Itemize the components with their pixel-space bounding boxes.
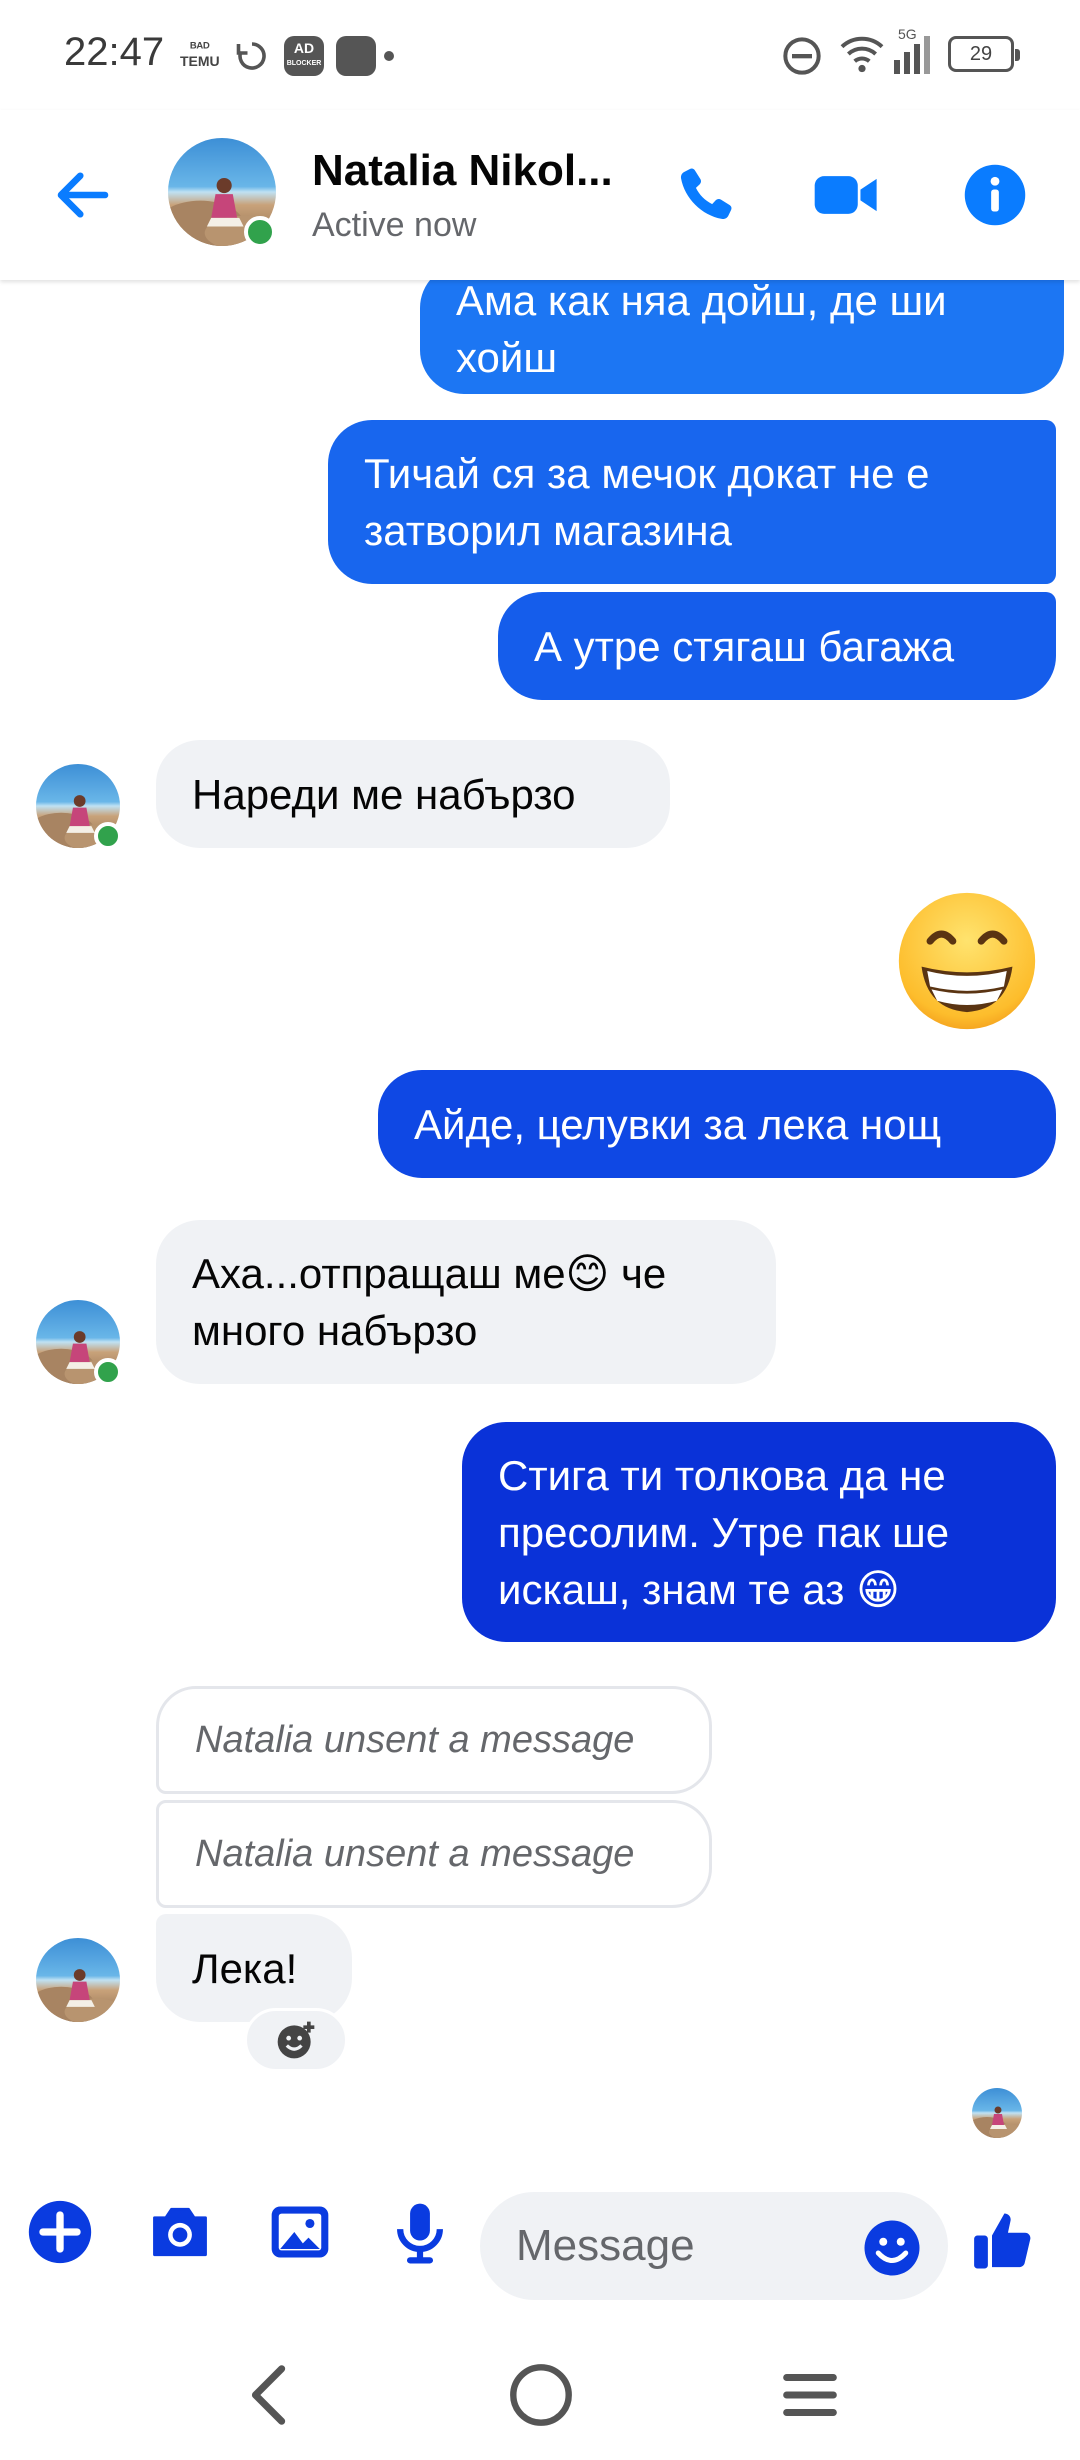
online-indicator bbox=[94, 822, 122, 850]
status-bar: 22:47 ᴮᴬᴰ TEMU AD BLOCKER 5G 29 bbox=[0, 0, 1080, 110]
unsent-message[interactable]: Natalia unsent a message bbox=[156, 1686, 712, 1794]
online-indicator bbox=[94, 1358, 122, 1386]
seen-indicator-avatar bbox=[972, 2088, 1022, 2138]
nav-menu-icon[interactable] bbox=[780, 2360, 840, 2430]
incoming-message[interactable]: Нареди ме набързо bbox=[156, 740, 670, 848]
chat-header: Natalia Nikol... Active now bbox=[0, 110, 1080, 280]
system-navigation-bar bbox=[0, 2330, 1080, 2460]
signal-icon bbox=[894, 36, 930, 74]
add-reaction-button[interactable] bbox=[244, 2008, 348, 2072]
incoming-message[interactable]: Аха...отпращаш ме😊 че много набързо bbox=[156, 1220, 776, 1384]
add-reaction-icon bbox=[277, 2021, 315, 2059]
outgoing-message[interactable]: Айде, целувки за лека нощ bbox=[378, 1070, 1056, 1178]
outgoing-message[interactable]: Тичай ся за мечок докат не е затворил ма… bbox=[328, 420, 1056, 584]
message-composer bbox=[0, 2160, 1080, 2330]
plus-icon[interactable] bbox=[26, 2198, 94, 2266]
contact-name[interactable]: Natalia Nikol... bbox=[312, 146, 632, 196]
adblock-sub: BLOCKER bbox=[286, 60, 322, 67]
contact-status: Active now bbox=[312, 206, 477, 244]
adblock-icon: AD BLOCKER bbox=[284, 36, 324, 76]
do-not-disturb-icon bbox=[783, 37, 821, 75]
microphone-icon[interactable] bbox=[386, 2198, 454, 2266]
nav-back-icon[interactable] bbox=[240, 2360, 300, 2430]
more-notifications-dot bbox=[384, 51, 394, 61]
outgoing-message[interactable]: Ама как няа дойш, де ши хойш bbox=[420, 280, 1064, 394]
incoming-message[interactable]: Лека! bbox=[156, 1914, 352, 2022]
camera-icon[interactable] bbox=[146, 2198, 214, 2266]
sync-icon bbox=[236, 42, 266, 70]
emoji-message[interactable] bbox=[896, 890, 1038, 1037]
temu-notification-icon: ᴮᴬᴰ TEMU bbox=[180, 39, 220, 69]
message-input-wrapper bbox=[480, 2192, 948, 2300]
online-indicator bbox=[244, 216, 276, 248]
nav-home-icon[interactable] bbox=[506, 2360, 576, 2430]
status-time: 22:47 bbox=[64, 30, 165, 74]
outgoing-message[interactable]: Стига ти толкова да не пресолим. Утре па… bbox=[462, 1422, 1056, 1642]
sender-avatar[interactable] bbox=[36, 1938, 120, 2022]
message-thread[interactable]: Ама как няа дойш, де ши хойш Тичай ся за… bbox=[0, 280, 1080, 2160]
wifi-icon bbox=[840, 36, 884, 73]
thumbs-up-icon[interactable] bbox=[970, 2208, 1036, 2274]
video-camera-icon[interactable] bbox=[812, 166, 882, 224]
message-input[interactable] bbox=[516, 2192, 836, 2300]
gallery-icon[interactable] bbox=[266, 2198, 334, 2266]
phone-icon[interactable] bbox=[672, 162, 738, 228]
app-notification-icon bbox=[336, 36, 376, 76]
info-icon[interactable] bbox=[962, 162, 1028, 228]
unsent-message[interactable]: Natalia unsent a message bbox=[156, 1800, 712, 1908]
emoji-icon[interactable] bbox=[862, 2218, 922, 2278]
adblock-label: AD bbox=[293, 40, 315, 56]
outgoing-message[interactable]: А утре стягаш багажа bbox=[498, 592, 1056, 700]
battery-indicator: 29 bbox=[948, 36, 1020, 72]
back-arrow-icon[interactable] bbox=[50, 162, 116, 228]
